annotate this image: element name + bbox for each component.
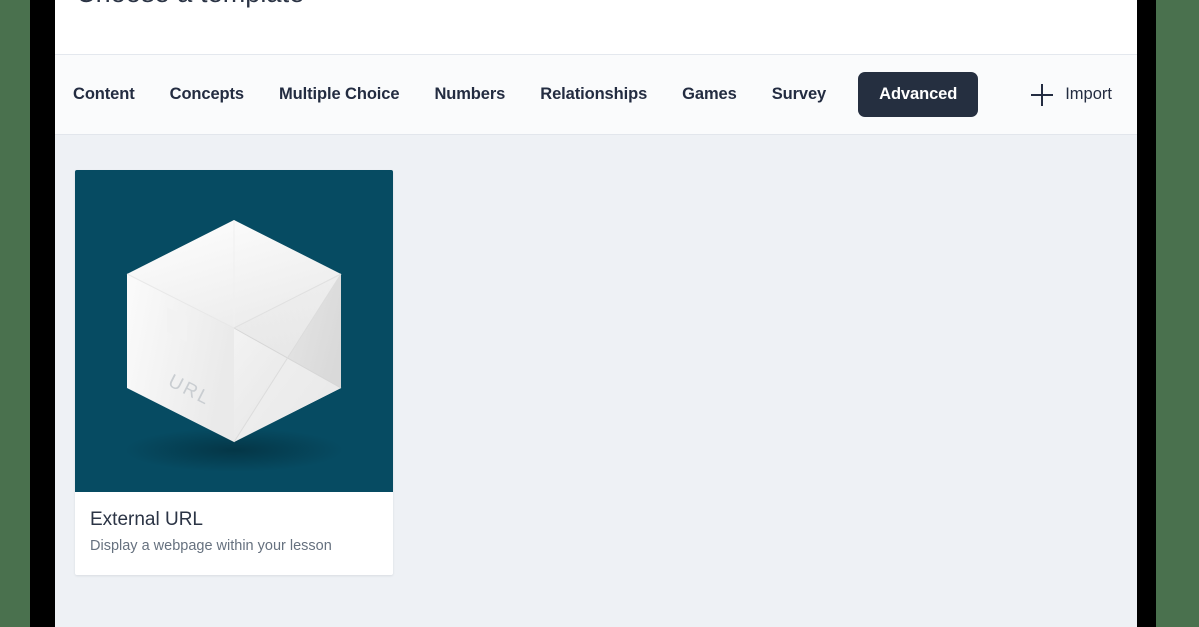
tab-numbers[interactable]: Numbers	[434, 75, 505, 114]
template-card-subtitle: Display a webpage within your lesson	[90, 537, 332, 554]
import-button[interactable]: Import	[1031, 83, 1112, 106]
template-thumbnail: URL	[75, 170, 393, 492]
page-header: Choose a template	[55, 0, 1137, 55]
plus-icon	[1031, 83, 1054, 106]
template-grid: URL External URL Display a webpage withi…	[55, 135, 1137, 575]
tab-concepts[interactable]: Concepts	[170, 75, 244, 114]
desktop-background-left	[0, 0, 30, 627]
template-card-title: External URL	[90, 509, 203, 530]
window-bezel-right	[1137, 0, 1156, 627]
tab-multiple-choice[interactable]: Multiple Choice	[279, 75, 400, 114]
app-window: Choose a template Content Concepts Multi…	[55, 0, 1137, 627]
template-category-tabs: Content Concepts Multiple Choice Numbers…	[55, 55, 1137, 135]
tab-content[interactable]: Content	[73, 75, 135, 114]
tab-survey[interactable]: Survey	[772, 75, 827, 114]
window-bezel-left	[30, 0, 55, 627]
isometric-cube-icon: URL	[124, 220, 344, 472]
tab-games[interactable]: Games	[682, 75, 737, 114]
desktop-background-right	[1156, 0, 1199, 627]
tab-relationships[interactable]: Relationships	[540, 75, 647, 114]
screen: Choose a template Content Concepts Multi…	[0, 0, 1199, 627]
template-card-body: External URL Display a webpage within yo…	[75, 492, 393, 575]
tab-advanced[interactable]: Advanced	[858, 72, 979, 117]
import-button-label: Import	[1065, 85, 1112, 103]
template-card-external-url[interactable]: URL External URL Display a webpage withi…	[75, 170, 393, 575]
page-title: Choose a template	[76, 0, 304, 9]
